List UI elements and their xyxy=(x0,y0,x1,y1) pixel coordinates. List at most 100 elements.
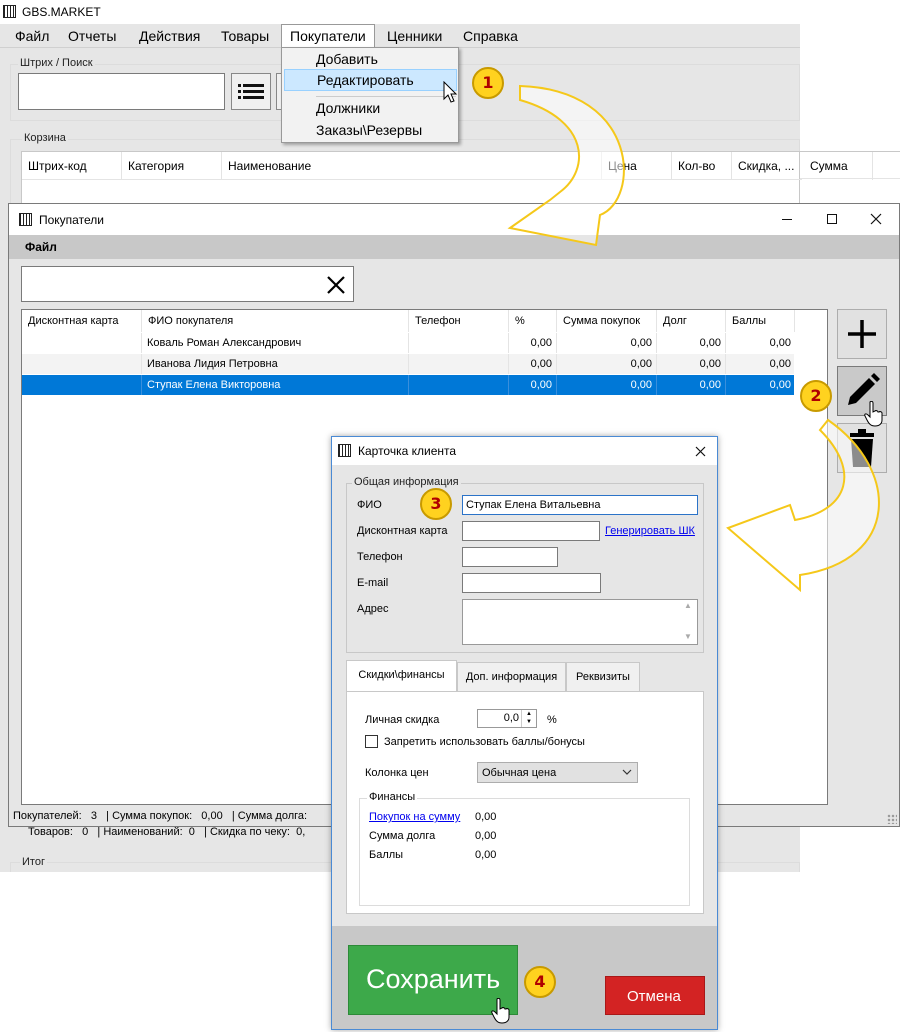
menu-help[interactable]: Справка xyxy=(463,28,518,44)
cart-col-qty[interactable]: Кол-во xyxy=(672,152,732,180)
cell-debt: 0,00 xyxy=(657,333,726,353)
cart-col-discount[interactable]: Скидка, ... xyxy=(732,152,802,180)
phone-input[interactable] xyxy=(462,547,558,567)
cart-col-divider xyxy=(872,152,873,180)
app-logo-icon xyxy=(3,5,16,18)
fio-input[interactable]: Ступак Елена Витальевна xyxy=(462,495,698,515)
menu-buyers[interactable]: Покупатели xyxy=(281,24,375,47)
hand-cursor-icon xyxy=(491,998,510,1024)
callout-4: 4 xyxy=(524,966,556,998)
customers-menu-file[interactable]: Файл xyxy=(25,240,57,254)
email-input[interactable] xyxy=(462,573,601,593)
delete-customer-button[interactable] xyxy=(837,423,887,473)
discount-card-input[interactable] xyxy=(462,521,600,541)
address-textarea[interactable]: ▲ ▼ xyxy=(462,599,698,645)
cart-col-sum-visible[interactable]: Сумма xyxy=(810,159,848,173)
callout-3: 3 xyxy=(420,488,452,520)
general-info-label: Общая информация xyxy=(352,476,461,488)
menu-item-add[interactable]: Добавить xyxy=(316,51,378,67)
scroll-down-icon[interactable]: ▼ xyxy=(684,632,692,641)
tab-requisites[interactable]: Реквизиты xyxy=(566,662,640,691)
menu-file[interactable]: Файл xyxy=(15,28,49,44)
table-row-selected[interactable]: Ступак Елена Викторовна 0,00 0,00 0,00 0… xyxy=(22,375,794,395)
menu-item-debtors[interactable]: Должники xyxy=(316,100,380,116)
cell-purchases: 0,00 xyxy=(557,375,657,395)
debt-label: Сумма долга xyxy=(369,830,436,842)
window-close-icon[interactable] xyxy=(870,213,882,225)
cart-col-price[interactable]: Цена xyxy=(602,152,672,180)
menu-goods[interactable]: Товары xyxy=(221,28,269,44)
table-row[interactable]: Иванова Лидия Петровна 0,00 0,00 0,00 0,… xyxy=(22,354,794,374)
cell-card xyxy=(22,333,142,353)
address-label: Адрес xyxy=(357,603,389,615)
cart-col-category[interactable]: Категория xyxy=(122,152,222,180)
fio-input-value: Ступак Елена Витальевна xyxy=(466,499,601,511)
cart-group-label: Корзина xyxy=(22,132,68,144)
hand-cursor-icon xyxy=(864,401,883,427)
cart-table: Штрих-код Категория Наименование Цена Ко… xyxy=(21,151,802,209)
price-column-select[interactable]: Обычная цена xyxy=(477,762,638,783)
col-debt[interactable]: Долг xyxy=(657,310,726,332)
cell-phone xyxy=(409,333,509,353)
col-percent[interactable]: % xyxy=(509,310,557,332)
table-row[interactable]: Коваль Роман Александрович 0,00 0,00 0,0… xyxy=(22,333,794,353)
client-card-dialog: Карточка клиента Общая информация ФИО Ст… xyxy=(331,436,718,1030)
discount-stepper[interactable]: 0,0 ▲ ▼ xyxy=(477,709,537,728)
tab-extra-info-label: Доп. информация xyxy=(465,671,558,683)
menu-reports[interactable]: Отчеты xyxy=(68,28,116,44)
cancel-button[interactable]: Отмена xyxy=(605,976,705,1015)
cart-col-barcode[interactable]: Штрих-код xyxy=(22,152,122,180)
customers-menubar: Файл xyxy=(9,235,899,259)
minimize-icon[interactable] xyxy=(782,219,792,220)
menu-actions[interactable]: Действия xyxy=(139,28,200,44)
cell-percent: 0,00 xyxy=(509,333,557,353)
menu-item-edit-label: Редактировать xyxy=(317,72,414,88)
list-button[interactable] xyxy=(231,73,271,110)
generate-barcode-link[interactable]: Генерировать ШК xyxy=(605,525,695,537)
tab-extra-info[interactable]: Доп. информация xyxy=(457,662,566,691)
discount-value: 0,0 xyxy=(503,712,519,724)
email-label: E-mail xyxy=(357,577,389,589)
cart-header-extension: Сумма xyxy=(800,151,900,180)
tab-panel: Личная скидка 0,0 ▲ ▼ % Запретить использ… xyxy=(346,691,704,914)
col-fio[interactable]: ФИО покупателя xyxy=(142,310,409,332)
forbid-points-checkbox[interactable] xyxy=(365,735,378,748)
tab-discounts[interactable]: Скидки\финансы xyxy=(346,660,457,691)
tab-requisites-label: Реквизиты xyxy=(576,671,630,683)
stepper-arrows-icon[interactable]: ▲ ▼ xyxy=(521,710,536,727)
search-group-label: Штрих / Поиск xyxy=(18,57,95,69)
chevron-down-icon xyxy=(622,769,632,775)
purchases-link[interactable]: Покупок на сумму xyxy=(369,811,460,823)
menu-item-edit[interactable]: Редактировать xyxy=(284,69,457,91)
maximize-icon[interactable] xyxy=(827,214,837,224)
col-phone[interactable]: Телефон xyxy=(409,310,509,332)
phone-label: Телефон xyxy=(357,551,403,563)
col-points[interactable]: Баллы xyxy=(726,310,795,332)
cell-percent: 0,00 xyxy=(509,354,557,374)
add-customer-button[interactable] xyxy=(837,309,887,359)
trash-icon xyxy=(850,429,874,467)
clear-search-icon[interactable] xyxy=(327,276,345,294)
forbid-points-label: Запретить использовать баллы/бонусы xyxy=(384,736,585,748)
points-value: 0,00 xyxy=(475,849,497,861)
debt-value: 0,00 xyxy=(475,830,497,842)
cancel-button-label: Отмена xyxy=(627,988,681,1005)
scroll-up-icon[interactable]: ▲ xyxy=(684,601,692,610)
menu-price-tags[interactable]: Ценники xyxy=(387,28,442,44)
col-purchases[interactable]: Сумма покупок xyxy=(557,310,657,332)
resize-grip-icon[interactable] xyxy=(887,814,897,824)
dialog-close-icon[interactable] xyxy=(695,446,706,457)
cell-fio: Ступак Елена Викторовна xyxy=(142,375,409,395)
menu-item-orders[interactable]: Заказы\Резервы xyxy=(316,122,422,138)
cell-phone xyxy=(409,375,509,395)
cell-debt: 0,00 xyxy=(657,375,726,395)
cell-points: 0,00 xyxy=(769,337,791,349)
col-card[interactable]: Дисконтная карта xyxy=(22,310,142,332)
main-search-input[interactable] xyxy=(18,73,225,110)
cell-card xyxy=(22,375,142,395)
purchases-value: 0,00 xyxy=(475,811,497,823)
customers-search-input[interactable] xyxy=(21,266,354,302)
finance-label: Финансы xyxy=(367,791,418,803)
cart-col-name[interactable]: Наименование xyxy=(222,152,602,180)
cell-points: 0,00 xyxy=(769,379,791,391)
